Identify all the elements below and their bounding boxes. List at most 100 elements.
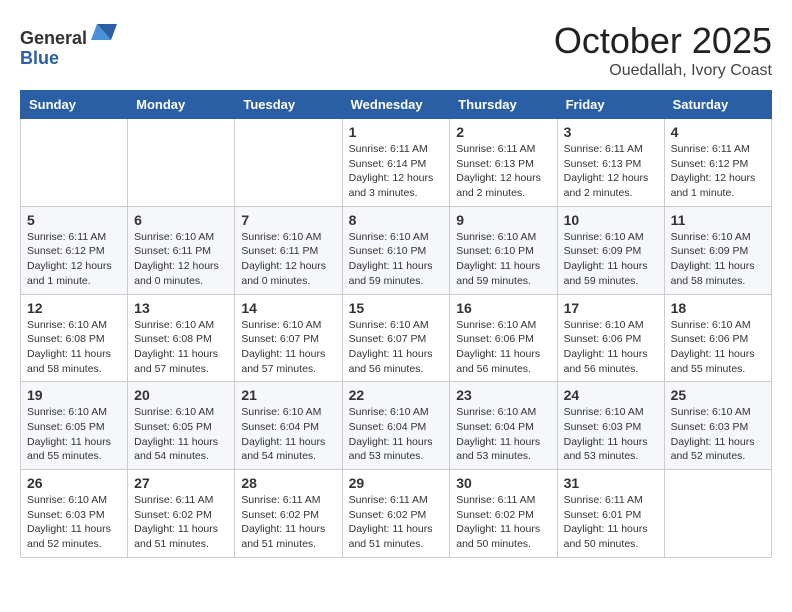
day-number: 6 bbox=[134, 212, 228, 228]
day-number: 15 bbox=[349, 300, 444, 316]
day-number: 19 bbox=[27, 387, 121, 403]
calendar-cell bbox=[21, 119, 128, 207]
day-info: Sunrise: 6:10 AM Sunset: 6:06 PM Dayligh… bbox=[456, 318, 550, 377]
day-info: Sunrise: 6:11 AM Sunset: 6:12 PM Dayligh… bbox=[671, 142, 765, 201]
page-header: General Blue October 2025 Ouedallah, Ivo… bbox=[20, 20, 772, 80]
day-number: 11 bbox=[671, 212, 765, 228]
calendar-cell: 3 Sunrise: 6:11 AM Sunset: 6:13 PM Daylig… bbox=[557, 119, 664, 207]
day-info: Sunrise: 6:11 AM Sunset: 6:13 PM Dayligh… bbox=[564, 142, 658, 201]
day-info: Sunrise: 6:10 AM Sunset: 6:04 PM Dayligh… bbox=[241, 405, 335, 464]
calendar-cell: 15 Sunrise: 6:10 AM Sunset: 6:07 PM Dayli… bbox=[342, 294, 450, 382]
day-number: 13 bbox=[134, 300, 228, 316]
calendar-cell bbox=[235, 119, 342, 207]
day-number: 14 bbox=[241, 300, 335, 316]
day-number: 12 bbox=[27, 300, 121, 316]
day-number: 20 bbox=[134, 387, 228, 403]
calendar-cell: 6Sunrise: 6:10 AM Sunset: 6:11 PM Daylig… bbox=[128, 206, 235, 294]
calendar-day-header: Saturday bbox=[664, 91, 771, 119]
day-number: 26 bbox=[27, 475, 121, 491]
calendar-day-header: Wednesday bbox=[342, 91, 450, 119]
day-info: Sunrise: 6:10 AM Sunset: 6:07 PM Dayligh… bbox=[241, 318, 335, 377]
calendar-cell: 8Sunrise: 6:10 AM Sunset: 6:10 PM Daylig… bbox=[342, 206, 450, 294]
day-info: Sunrise: 6:10 AM Sunset: 6:11 PM Dayligh… bbox=[241, 230, 335, 289]
day-info: Sunrise: 6:10 AM Sunset: 6:10 PM Dayligh… bbox=[456, 230, 550, 289]
calendar-cell: 7Sunrise: 6:10 AM Sunset: 6:11 PM Daylig… bbox=[235, 206, 342, 294]
day-number: 29 bbox=[349, 475, 444, 491]
calendar-cell: 21 Sunrise: 6:10 AM Sunset: 6:04 PM Dayli… bbox=[235, 382, 342, 470]
calendar-body: 1 Sunrise: 6:11 AM Sunset: 6:14 PM Daylig… bbox=[21, 119, 772, 558]
day-info: Sunrise: 6:10 AM Sunset: 6:09 PM Dayligh… bbox=[564, 230, 658, 289]
calendar-cell: 23 Sunrise: 6:10 AM Sunset: 6:04 PM Dayli… bbox=[450, 382, 557, 470]
day-number: 4 bbox=[671, 124, 765, 140]
calendar-week-row: 12 Sunrise: 6:10 AM Sunset: 6:08 PM Dayli… bbox=[21, 294, 772, 382]
day-info: Sunrise: 6:10 AM Sunset: 6:05 PM Dayligh… bbox=[134, 405, 228, 464]
day-info: Sunrise: 6:10 AM Sunset: 6:07 PM Dayligh… bbox=[349, 318, 444, 377]
calendar-cell: 18 Sunrise: 6:10 AM Sunset: 6:06 PM Dayli… bbox=[664, 294, 771, 382]
day-info: Sunrise: 6:10 AM Sunset: 6:09 PM Dayligh… bbox=[671, 230, 765, 289]
calendar-table: SundayMondayTuesdayWednesdayThursdayFrid… bbox=[20, 90, 772, 558]
calendar-week-row: 1 Sunrise: 6:11 AM Sunset: 6:14 PM Daylig… bbox=[21, 119, 772, 207]
calendar-cell: 13 Sunrise: 6:10 AM Sunset: 6:08 PM Dayli… bbox=[128, 294, 235, 382]
calendar-cell: 14 Sunrise: 6:10 AM Sunset: 6:07 PM Dayli… bbox=[235, 294, 342, 382]
day-info: Sunrise: 6:11 AM Sunset: 6:02 PM Dayligh… bbox=[456, 493, 550, 552]
day-info: Sunrise: 6:11 AM Sunset: 6:02 PM Dayligh… bbox=[349, 493, 444, 552]
day-number: 3 bbox=[564, 124, 658, 140]
calendar-cell: 30 Sunrise: 6:11 AM Sunset: 6:02 PM Dayli… bbox=[450, 470, 557, 558]
day-info: Sunrise: 6:10 AM Sunset: 6:05 PM Dayligh… bbox=[27, 405, 121, 464]
day-info: Sunrise: 6:11 AM Sunset: 6:12 PM Dayligh… bbox=[27, 230, 121, 289]
calendar-cell: 4 Sunrise: 6:11 AM Sunset: 6:12 PM Daylig… bbox=[664, 119, 771, 207]
day-number: 1 bbox=[349, 124, 444, 140]
logo-blue-text: Blue bbox=[20, 48, 59, 68]
day-info: Sunrise: 6:11 AM Sunset: 6:02 PM Dayligh… bbox=[241, 493, 335, 552]
day-info: Sunrise: 6:10 AM Sunset: 6:06 PM Dayligh… bbox=[564, 318, 658, 377]
day-info: Sunrise: 6:11 AM Sunset: 6:14 PM Dayligh… bbox=[349, 142, 444, 201]
calendar-cell bbox=[128, 119, 235, 207]
day-number: 10 bbox=[564, 212, 658, 228]
calendar-header-row: SundayMondayTuesdayWednesdayThursdayFrid… bbox=[21, 91, 772, 119]
day-number: 30 bbox=[456, 475, 550, 491]
day-info: Sunrise: 6:10 AM Sunset: 6:03 PM Dayligh… bbox=[671, 405, 765, 464]
calendar-cell: 16Sunrise: 6:10 AM Sunset: 6:06 PM Dayli… bbox=[450, 294, 557, 382]
calendar-cell: 17 Sunrise: 6:10 AM Sunset: 6:06 PM Dayli… bbox=[557, 294, 664, 382]
day-info: Sunrise: 6:11 AM Sunset: 6:01 PM Dayligh… bbox=[564, 493, 658, 552]
day-info: Sunrise: 6:10 AM Sunset: 6:03 PM Dayligh… bbox=[27, 493, 121, 552]
calendar-cell: 22 Sunrise: 6:10 AM Sunset: 6:04 PM Dayli… bbox=[342, 382, 450, 470]
title-block: October 2025 Ouedallah, Ivory Coast bbox=[554, 20, 772, 80]
calendar-cell bbox=[664, 470, 771, 558]
day-number: 22 bbox=[349, 387, 444, 403]
calendar-cell: 27Sunrise: 6:11 AM Sunset: 6:02 PM Dayli… bbox=[128, 470, 235, 558]
day-number: 9 bbox=[456, 212, 550, 228]
calendar-cell: 20 Sunrise: 6:10 AM Sunset: 6:05 PM Dayli… bbox=[128, 382, 235, 470]
logo: General Blue bbox=[20, 20, 119, 69]
location-text: Ouedallah, Ivory Coast bbox=[554, 62, 772, 80]
calendar-cell: 29 Sunrise: 6:11 AM Sunset: 6:02 PM Dayli… bbox=[342, 470, 450, 558]
calendar-cell: 12Sunrise: 6:10 AM Sunset: 6:08 PM Dayli… bbox=[21, 294, 128, 382]
day-number: 21 bbox=[241, 387, 335, 403]
calendar-cell: 25 Sunrise: 6:10 AM Sunset: 6:03 PM Dayli… bbox=[664, 382, 771, 470]
calendar-cell: 11 Sunrise: 6:10 AM Sunset: 6:09 PM Dayli… bbox=[664, 206, 771, 294]
calendar-cell: 5 Sunrise: 6:11 AM Sunset: 6:12 PM Daylig… bbox=[21, 206, 128, 294]
calendar-cell: 9 Sunrise: 6:10 AM Sunset: 6:10 PM Daylig… bbox=[450, 206, 557, 294]
calendar-week-row: 19 Sunrise: 6:10 AM Sunset: 6:05 PM Dayli… bbox=[21, 382, 772, 470]
day-number: 8 bbox=[349, 212, 444, 228]
calendar-day-header: Thursday bbox=[450, 91, 557, 119]
day-number: 17 bbox=[564, 300, 658, 316]
calendar-day-header: Friday bbox=[557, 91, 664, 119]
day-info: Sunrise: 6:10 AM Sunset: 6:04 PM Dayligh… bbox=[456, 405, 550, 464]
logo-icon bbox=[89, 20, 119, 44]
day-info: Sunrise: 6:10 AM Sunset: 6:04 PM Dayligh… bbox=[349, 405, 444, 464]
day-number: 18 bbox=[671, 300, 765, 316]
day-info: Sunrise: 6:11 AM Sunset: 6:02 PM Dayligh… bbox=[134, 493, 228, 552]
calendar-day-header: Sunday bbox=[21, 91, 128, 119]
calendar-cell: 24Sunrise: 6:10 AM Sunset: 6:03 PM Dayli… bbox=[557, 382, 664, 470]
day-number: 25 bbox=[671, 387, 765, 403]
calendar-cell: 2Sunrise: 6:11 AM Sunset: 6:13 PM Daylig… bbox=[450, 119, 557, 207]
calendar-cell: 1 Sunrise: 6:11 AM Sunset: 6:14 PM Daylig… bbox=[342, 119, 450, 207]
calendar-day-header: Tuesday bbox=[235, 91, 342, 119]
day-info: Sunrise: 6:10 AM Sunset: 6:08 PM Dayligh… bbox=[134, 318, 228, 377]
day-info: Sunrise: 6:10 AM Sunset: 6:06 PM Dayligh… bbox=[671, 318, 765, 377]
calendar-week-row: 26 Sunrise: 6:10 AM Sunset: 6:03 PM Dayli… bbox=[21, 470, 772, 558]
day-number: 5 bbox=[27, 212, 121, 228]
calendar-day-header: Monday bbox=[128, 91, 235, 119]
day-number: 23 bbox=[456, 387, 550, 403]
